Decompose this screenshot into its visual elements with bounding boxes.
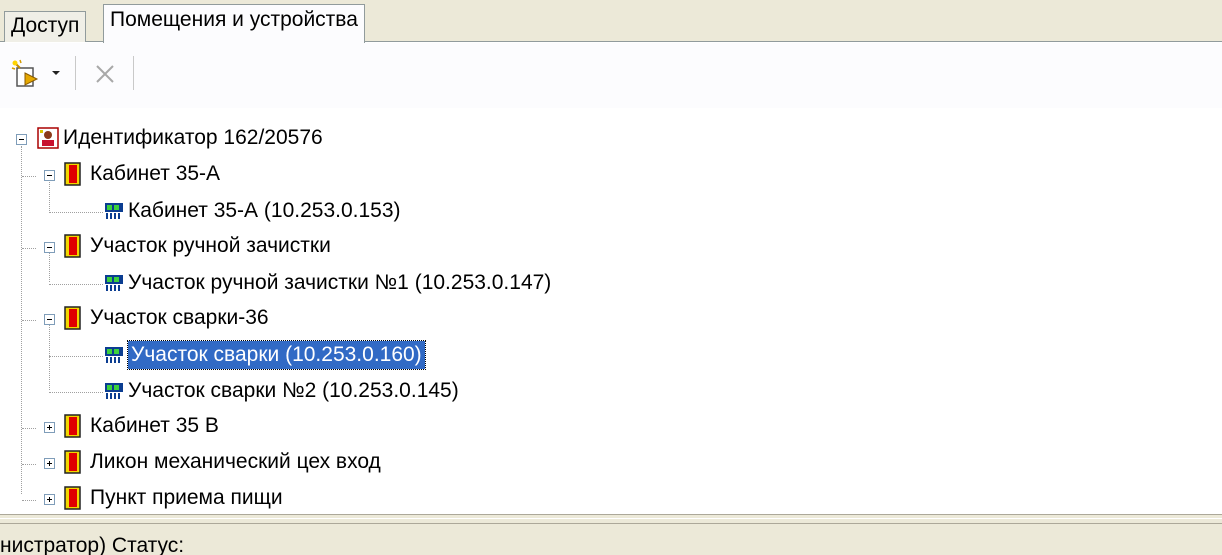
tree-room-item[interactable]: Кабинет 35-А bbox=[87, 160, 223, 188]
status-text: нистратор) Статус: bbox=[0, 534, 185, 555]
room-collapse-toggle[interactable] bbox=[44, 242, 55, 253]
identifier-card-icon bbox=[37, 127, 59, 149]
tree-room-item[interactable]: Ликон механический цех вход bbox=[87, 448, 384, 476]
panel-splitter[interactable] bbox=[0, 514, 1222, 524]
root-collapse-toggle[interactable] bbox=[16, 134, 27, 145]
room-collapse-toggle[interactable] bbox=[44, 314, 55, 325]
tree-device-item[interactable]: Кабинет 35-А (10.253.0.153) bbox=[125, 197, 404, 225]
delete-x-icon bbox=[96, 65, 114, 83]
status-bar: нистратор) Статус: bbox=[0, 524, 1222, 555]
tree-room-item[interactable]: Участок сварки-36 bbox=[87, 304, 272, 332]
door-icon bbox=[64, 162, 81, 186]
tab-strip: Доступ Помещения и устройства bbox=[0, 0, 1222, 43]
door-icon bbox=[64, 306, 81, 330]
tab-rooms-label: Помещения и устройства bbox=[110, 8, 358, 31]
room-expand-toggle[interactable] bbox=[44, 422, 55, 433]
access-controller-icon bbox=[105, 275, 123, 291]
tab-rooms-and-devices[interactable]: Помещения и устройства bbox=[103, 4, 365, 43]
tree-root-identifier[interactable]: Идентификатор 162/20576 bbox=[60, 124, 326, 152]
tree-room-item[interactable]: Пункт приема пищи bbox=[87, 484, 286, 512]
tree-room-item[interactable]: Участок ручной зачистки bbox=[87, 232, 334, 260]
tree-device-item[interactable]: Участок ручной зачистки №1 (10.253.0.147… bbox=[125, 269, 554, 297]
door-icon bbox=[64, 414, 81, 438]
new-item-dropdown-arrow[interactable] bbox=[52, 71, 60, 75]
door-icon bbox=[64, 486, 81, 510]
rooms-devices-tree[interactable]: Идентификатор 162/20576 Кабинет 35-А Каб… bbox=[0, 115, 1222, 513]
tree-device-item[interactable]: Участок сварки №2 (10.253.0.145) bbox=[125, 377, 462, 405]
delete-button[interactable] bbox=[88, 57, 122, 91]
access-controller-icon bbox=[105, 203, 123, 219]
door-icon bbox=[64, 450, 81, 474]
new-item-wand-icon bbox=[11, 59, 39, 87]
tab-access[interactable]: Доступ bbox=[4, 11, 87, 42]
access-controller-icon bbox=[105, 347, 123, 363]
new-item-button[interactable] bbox=[9, 57, 43, 91]
toolbar-separator bbox=[133, 56, 134, 90]
toolbar bbox=[0, 43, 1222, 108]
room-collapse-toggle[interactable] bbox=[44, 170, 55, 181]
access-controller-icon bbox=[105, 383, 123, 399]
toolbar-separator bbox=[75, 56, 76, 90]
room-expand-toggle[interactable] bbox=[44, 494, 55, 505]
tree-device-item-selected[interactable]: Участок сварки (10.253.0.160) bbox=[127, 340, 426, 370]
room-expand-toggle[interactable] bbox=[44, 458, 55, 469]
tab-access-label: Доступ bbox=[11, 14, 80, 37]
tree-room-item[interactable]: Кабинет 35 В bbox=[87, 412, 222, 440]
door-icon bbox=[64, 234, 81, 258]
